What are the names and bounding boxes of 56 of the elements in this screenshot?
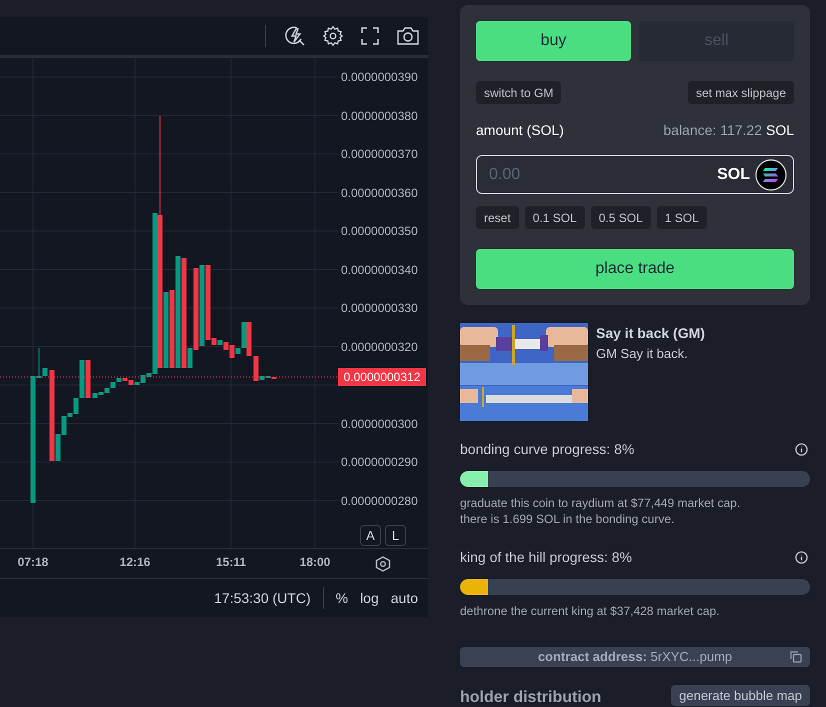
time-label: 07:18 — [18, 556, 48, 568]
time-label: 12:16 — [120, 556, 150, 568]
token-name: Say it back (GM) — [596, 324, 705, 343]
camera-icon[interactable] — [396, 25, 420, 47]
contract-address-bar[interactable]: contract address: 5rXYC...pump — [460, 647, 810, 667]
price-label: 0.0000000330 — [341, 302, 418, 314]
lightning-search-icon[interactable] — [284, 25, 306, 47]
progress-note: graduate this coin to raydium at $77,449 market cap. — [460, 495, 742, 511]
progress-label: bonding curve progress: 8% — [460, 440, 634, 459]
quick-amount-button[interactable]: 0.5 SOL — [590, 206, 651, 229]
scale-button[interactable]: A — [360, 525, 381, 546]
scale-button[interactable]: L — [385, 525, 406, 546]
price-label: 0.0000000370 — [341, 148, 418, 160]
balance-label: balance: 117.22 — [663, 121, 762, 140]
balance-unit: SOL — [766, 121, 794, 140]
token-description: GM Say it back. — [596, 345, 689, 363]
scale-option[interactable]: % — [336, 588, 348, 608]
current-price-badge: 0.0000000312 — [338, 368, 426, 386]
price-label: 0.0000000340 — [341, 264, 418, 276]
quick-amount-button[interactable]: reset — [476, 206, 519, 229]
quick-amount-button[interactable]: 0.1 SOL — [524, 206, 585, 229]
info-icon[interactable] — [795, 551, 808, 564]
amount-input[interactable]: 0.00 — [489, 162, 718, 186]
trade-tab[interactable]: buy — [476, 21, 631, 61]
unit-label: SOL — [717, 164, 750, 184]
price-label: 0.0000000320 — [341, 340, 418, 352]
settings-icon[interactable] — [374, 554, 392, 572]
price-label: 0.0000000390 — [341, 71, 418, 83]
scale-option[interactable]: log — [360, 588, 379, 608]
price-label: 0.0000000360 — [341, 186, 418, 198]
quick-amount-button[interactable]: 1 SOL — [656, 206, 707, 229]
progress-label: king of the hill progress: 8% — [460, 548, 632, 567]
price-label: 0.0000000280 — [341, 494, 418, 506]
progress-note: dethrone the current king at $37,428 market cap. — [460, 603, 720, 619]
amount-field[interactable]: 0.00 SOL — [476, 155, 794, 194]
section-heading: holder distribution — [460, 689, 602, 707]
scale-option[interactable]: auto — [390, 588, 418, 608]
utc-time: 17:53:30 (UTC) — [214, 588, 311, 608]
fullscreen-icon[interactable] — [360, 26, 380, 46]
progress-note: there is 1.699 SOL in the bonding curve. — [460, 511, 676, 527]
price-label: 0.0000000290 — [341, 456, 418, 468]
price-label: 0.0000000380 — [341, 110, 418, 122]
copy-icon[interactable] — [790, 651, 802, 663]
place-trade-button[interactable]: place trade — [476, 249, 794, 289]
settings-icon[interactable] — [322, 25, 344, 47]
slippage-button[interactable]: set max slippage — [688, 81, 794, 104]
contract-address: contract address: 5rXYC...pump — [538, 648, 732, 666]
price-label: 0.0000000350 — [341, 225, 418, 237]
info-icon[interactable] — [795, 443, 808, 456]
bubble-map-button[interactable]: generate bubble map — [671, 685, 810, 706]
amount-label: amount (SOL) — [476, 121, 564, 140]
time-label: 18:00 — [300, 556, 330, 568]
switch-token-button[interactable]: switch to GM — [476, 81, 562, 104]
price-label: 0.0000000300 — [341, 418, 418, 430]
time-label: 15:11 — [216, 556, 246, 568]
token-logo-icon — [755, 158, 787, 190]
